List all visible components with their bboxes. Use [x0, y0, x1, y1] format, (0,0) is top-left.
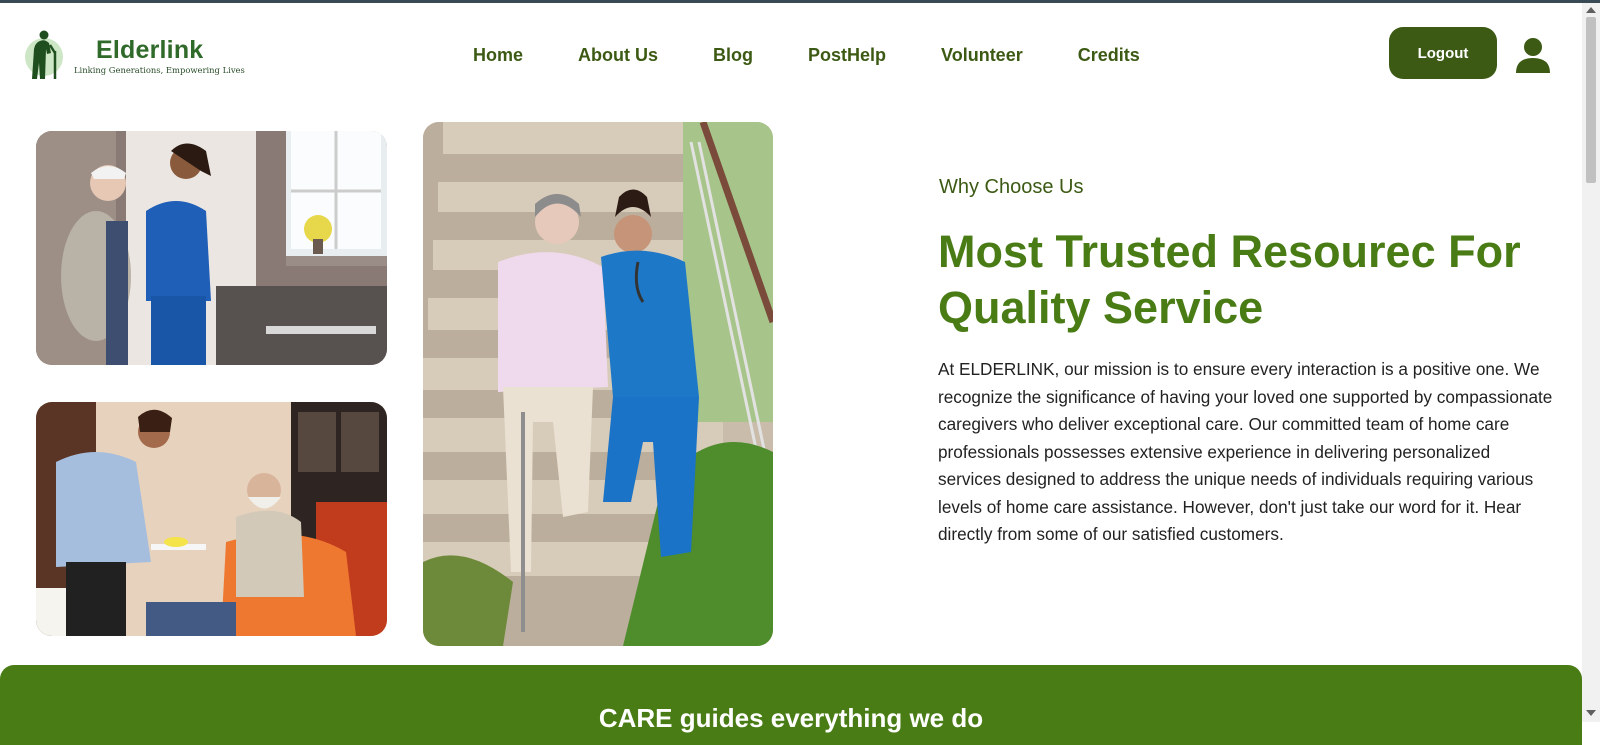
section-eyebrow: Why Choose Us: [939, 176, 1084, 198]
nav-blog[interactable]: Blog: [713, 45, 753, 66]
logout-button[interactable]: Logout: [1389, 27, 1497, 79]
nurse-helping-woman-stairs-photo: [423, 122, 773, 646]
user-profile-icon[interactable]: [1514, 36, 1552, 74]
elderlink-logo-icon: [24, 29, 66, 83]
section-paragraph: At ELDERLINK, our mission is to ensure e…: [938, 359, 1553, 544]
scroll-thumb[interactable]: [1586, 17, 1596, 183]
nav-about-us[interactable]: About Us: [578, 45, 658, 66]
site-header: Elderlink Linking Generations, Empowerin…: [0, 3, 1582, 103]
brand-name: Elderlink: [96, 36, 204, 64]
nav-posthelp[interactable]: PostHelp: [808, 45, 886, 66]
brand-logo[interactable]: Elderlink Linking Generations, Empowerin…: [24, 29, 245, 83]
scroll-down-arrow-icon[interactable]: [1586, 710, 1596, 716]
page-scrollbar[interactable]: [1582, 3, 1600, 722]
section-headline: Most Trusted Resourec For Quality Servic…: [938, 226, 1521, 333]
care-band-title: CARE guides everything we do: [598, 703, 984, 733]
main-nav: Home About Us Blog PostHelp Volunteer Cr…: [473, 45, 1195, 66]
nav-home[interactable]: Home: [473, 45, 523, 66]
nav-volunteer[interactable]: Volunteer: [941, 45, 1023, 66]
caregiver-serving-food-photo: [36, 402, 387, 636]
nav-credits[interactable]: Credits: [1078, 45, 1140, 66]
brand-tagline: Linking Generations, Empowering Lives: [74, 65, 245, 75]
care-band: CARE guides everything we do: [0, 665, 1582, 745]
scroll-up-arrow-icon[interactable]: [1586, 7, 1596, 13]
caregiver-elderly-man-photo: [36, 131, 387, 365]
